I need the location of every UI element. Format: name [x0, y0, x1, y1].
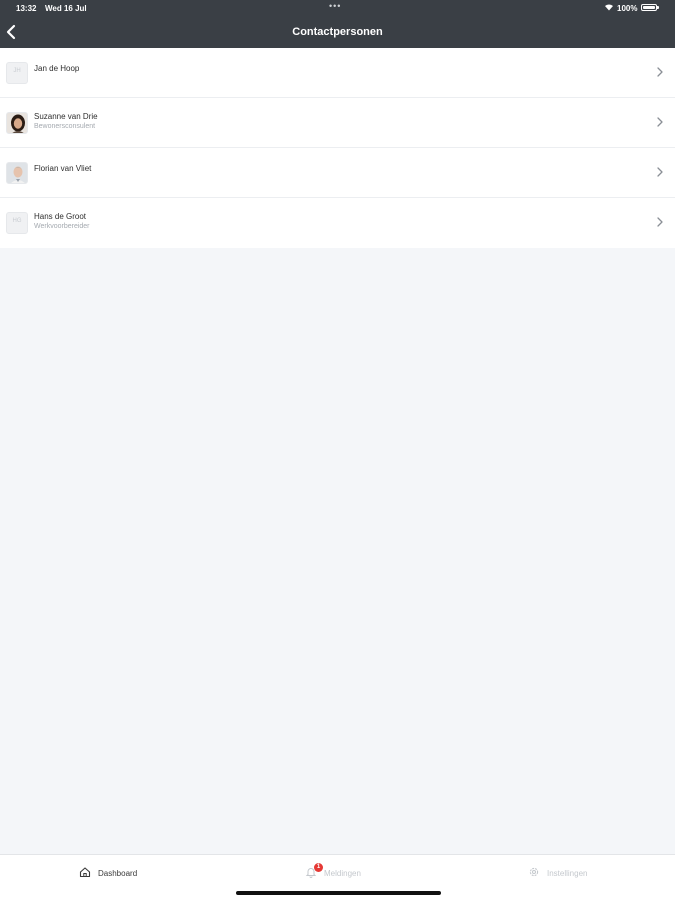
chevron-right-icon [657, 167, 663, 177]
avatar-initials: JH [13, 68, 21, 74]
chevron-right-icon [657, 67, 663, 77]
wifi-icon [605, 4, 613, 11]
gear-icon [529, 867, 539, 877]
contact-name: Jan de Hoop [34, 64, 80, 73]
battery-icon [641, 4, 659, 11]
avatar-placeholder: HG [6, 212, 28, 234]
contact-name: Suzanne van Drie [34, 112, 98, 121]
status-date: Wed 16 Jul [45, 4, 87, 13]
contact-name: Florian van Vliet [34, 164, 92, 173]
contact-role: Werkvoorbereider [34, 223, 90, 230]
tab-instellingen[interactable]: Instellingen [528, 864, 608, 882]
multitasking-dots-icon[interactable]: ••• [329, 1, 341, 11]
status-time: 13:32 [16, 4, 37, 13]
notification-badge: 1 [314, 863, 323, 872]
tab-meldingen[interactable]: 1 Meldingen [305, 863, 375, 882]
tab-label: Dashboard [98, 869, 138, 878]
contact-row-jan-de-hoop[interactable]: JH Jan de Hoop [0, 48, 675, 98]
contact-list: JH Jan de Hoop Suzanne van Drie Bewoners… [0, 48, 675, 248]
home-indicator[interactable] [236, 891, 441, 895]
contact-row-hans-de-groot[interactable]: HG Hans de Groot Werkvoorbereider [0, 198, 675, 248]
tab-label: Meldingen [324, 869, 361, 878]
contact-row-florian-van-vliet[interactable]: Florian van Vliet [0, 148, 675, 198]
tab-label: Instellingen [547, 869, 588, 878]
battery-percentage: 100% [617, 4, 638, 13]
avatar-photo [6, 112, 28, 134]
contact-role: Bewonersconsulent [34, 123, 96, 130]
person-photo-icon [11, 114, 25, 133]
avatar-placeholder: JH [6, 62, 28, 84]
person-photo-icon [11, 166, 25, 183]
chevron-right-icon [657, 117, 663, 127]
contact-name: Hans de Groot [34, 212, 87, 221]
navigation-bar: Contactpersonen [0, 16, 675, 48]
top-bar: 13:32 Wed 16 Jul ••• 100% Contactpersone… [0, 0, 675, 48]
tab-dashboard[interactable]: Dashboard [79, 864, 149, 882]
page-title: Contactpersonen [292, 26, 383, 38]
avatar-photo [6, 162, 28, 184]
chevron-right-icon [657, 217, 663, 227]
contact-row-suzanne-van-drie[interactable]: Suzanne van Drie Bewonersconsulent [0, 98, 675, 148]
status-bar: 13:32 Wed 16 Jul ••• 100% [0, 0, 675, 16]
home-icon [79, 867, 91, 878]
avatar-initials: HG [12, 218, 22, 224]
